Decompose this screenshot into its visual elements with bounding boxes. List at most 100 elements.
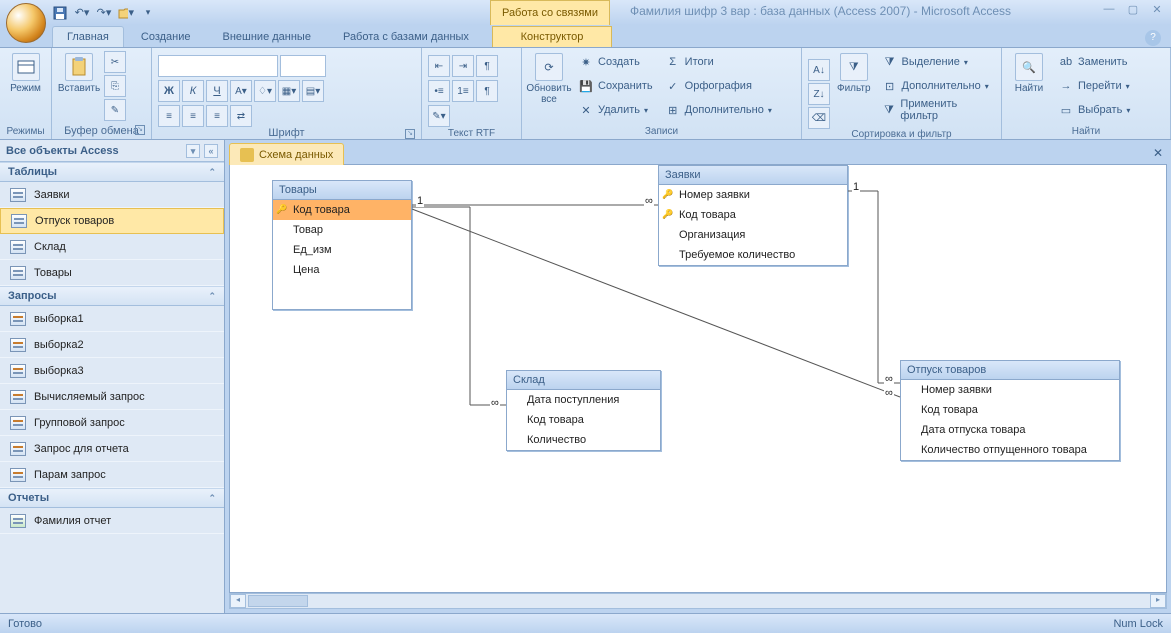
table-field[interactable]: Требуемое количество [659, 245, 847, 265]
tab-home[interactable]: Главная [52, 26, 124, 47]
spelling-button[interactable]: ✓Орфография [661, 75, 776, 97]
decrease-indent-icon[interactable]: ⇤ [428, 55, 450, 77]
qat-customize-icon[interactable]: ▾ [140, 5, 156, 21]
table-field[interactable]: Организация [659, 225, 847, 245]
table-field[interactable]: Код товара [659, 205, 847, 225]
scroll-left-icon[interactable]: ◂ [230, 594, 246, 608]
table-field[interactable]: Дата отпуска товара [901, 420, 1119, 440]
nav-query-item[interactable]: Групповой запрос [0, 410, 224, 436]
table-field[interactable]: Код товара [901, 400, 1119, 420]
font-launcher-icon[interactable]: ↘ [405, 129, 415, 139]
highlight-icon[interactable]: ✎▾ [428, 105, 450, 127]
underline-icon[interactable]: Ч [206, 80, 228, 102]
filter-button[interactable]: ⧩Фильтр [834, 51, 874, 96]
nav-report-item[interactable]: Фамилия отчет [0, 508, 224, 534]
undo-icon[interactable]: ↶▾ [74, 5, 90, 21]
document-tab[interactable]: Схема данных [229, 143, 344, 165]
table-field[interactable]: Товар [273, 220, 411, 240]
save-icon[interactable] [52, 5, 68, 21]
cut-icon[interactable]: ✂ [104, 51, 126, 73]
help-icon[interactable]: ? [1145, 30, 1161, 46]
table-field[interactable]: Дата поступления [507, 390, 660, 410]
table-field[interactable]: Количество отпущенного товара [901, 440, 1119, 460]
table-field[interactable]: Номер заявки [901, 380, 1119, 400]
nav-collapse-icon[interactable]: « [204, 144, 218, 158]
gridlines-icon[interactable]: ▦▾ [278, 80, 300, 102]
fill-color-icon[interactable]: ♢▾ [254, 80, 276, 102]
numbering-icon[interactable]: 1≡ [452, 80, 474, 102]
clipboard-launcher-icon[interactable]: ↘ [135, 125, 145, 135]
minimize-button[interactable]: — [1101, 3, 1117, 19]
text-direction-icon[interactable]: ⇄ [230, 105, 252, 127]
bullets-icon[interactable]: •≡ [428, 80, 450, 102]
table-field[interactable]: Код товара [273, 200, 411, 220]
office-button[interactable] [6, 3, 46, 43]
close-button[interactable]: ✕ [1149, 3, 1165, 19]
scroll-thumb[interactable] [248, 595, 308, 607]
nav-table-item[interactable]: Отпуск товаров [0, 208, 224, 234]
redo-icon[interactable]: ↷▾ [96, 5, 112, 21]
font-color-icon[interactable]: A▾ [230, 80, 252, 102]
nav-query-item[interactable]: Запрос для отчета [0, 436, 224, 462]
italic-icon[interactable]: К [182, 80, 204, 102]
nav-group-reports[interactable]: Отчеты⌃ [0, 488, 224, 508]
align-right-icon[interactable]: ≡ [206, 105, 228, 127]
tab-create[interactable]: Создание [126, 26, 206, 47]
document-close-button[interactable]: ✕ [1151, 146, 1165, 160]
relationships-canvas[interactable]: Товары Код товара Товар Ед_изм Цена Заяв… [229, 164, 1167, 593]
scroll-right-icon[interactable]: ▸ [1150, 594, 1166, 608]
ltr-icon[interactable]: ¶ [476, 55, 498, 77]
nav-query-item[interactable]: выборка1 [0, 306, 224, 332]
sort-desc-icon[interactable]: Z↓ [808, 83, 830, 105]
open-icon[interactable]: ▾ [118, 5, 134, 21]
nav-table-item[interactable]: Склад [0, 234, 224, 260]
more-records-button[interactable]: ⊞Дополнительно▾ [661, 99, 776, 121]
new-record-button[interactable]: ✷Создать [574, 51, 657, 73]
format-painter-icon[interactable]: ✎ [104, 99, 126, 121]
table-box-zayavki[interactable]: Заявки Номер заявки Код товара Организац… [658, 165, 848, 266]
nav-table-item[interactable]: Заявки [0, 182, 224, 208]
nav-query-item[interactable]: выборка2 [0, 332, 224, 358]
nav-query-item[interactable]: Парам запрос [0, 462, 224, 488]
clear-sort-icon[interactable]: ⌫ [808, 107, 830, 129]
copy-icon[interactable]: ⎘ [104, 75, 126, 97]
table-field[interactable]: Количество [507, 430, 660, 450]
delete-record-button[interactable]: ✕Удалить▾ [574, 99, 657, 121]
goto-button[interactable]: →Перейти▾ [1054, 75, 1134, 97]
sort-asc-icon[interactable]: A↓ [808, 59, 830, 81]
view-button[interactable]: Режим [6, 51, 45, 96]
nav-query-item[interactable]: Вычисляемый запрос [0, 384, 224, 410]
table-field[interactable]: Код товара [507, 410, 660, 430]
nav-query-item[interactable]: выборка3 [0, 358, 224, 384]
toggle-filter-button[interactable]: ⧩Применить фильтр [878, 99, 995, 121]
tab-database-tools[interactable]: Работа с базами данных [328, 26, 484, 47]
align-left-icon[interactable]: ≡ [158, 105, 180, 127]
table-field[interactable]: Номер заявки [659, 185, 847, 205]
table-box-sklad[interactable]: Склад Дата поступления Код товара Количе… [506, 370, 661, 451]
table-field[interactable]: Ед_изм [273, 240, 411, 260]
table-box-tovary[interactable]: Товары Код товара Товар Ед_изм Цена [272, 180, 412, 310]
alt-row-icon[interactable]: ▤▾ [302, 80, 324, 102]
save-record-button[interactable]: 💾Сохранить [574, 75, 657, 97]
selection-filter-button[interactable]: ⧩Выделение▾ [878, 51, 995, 73]
totals-button[interactable]: ΣИтоги [661, 51, 776, 73]
tab-designer[interactable]: Конструктор [492, 26, 612, 47]
nav-table-item[interactable]: Товары [0, 260, 224, 286]
table-field[interactable]: Цена [273, 260, 411, 280]
increase-indent-icon[interactable]: ⇥ [452, 55, 474, 77]
nav-dropdown-icon[interactable]: ▾ [186, 144, 200, 158]
horizontal-scrollbar[interactable]: ◂ ▸ [229, 593, 1167, 609]
nav-group-tables[interactable]: Таблицы⌃ [0, 162, 224, 182]
advanced-filter-button[interactable]: ⊡Дополнительно▾ [878, 75, 995, 97]
rtl-icon[interactable]: ¶ [476, 80, 498, 102]
refresh-all-button[interactable]: ⟳Обновить все [528, 51, 570, 107]
nav-group-queries[interactable]: Запросы⌃ [0, 286, 224, 306]
replace-button[interactable]: abЗаменить [1054, 51, 1134, 73]
tab-external-data[interactable]: Внешние данные [208, 26, 326, 47]
select-button[interactable]: ▭Выбрать▾ [1054, 99, 1134, 121]
nav-pane-header[interactable]: Все объекты Access ▾« [0, 140, 224, 162]
table-box-otpusk[interactable]: Отпуск товаров Номер заявки Код товара Д… [900, 360, 1120, 461]
bold-icon[interactable]: Ж [158, 80, 180, 102]
find-button[interactable]: 🔍Найти [1008, 51, 1050, 96]
restore-button[interactable]: ▢ [1125, 3, 1141, 19]
